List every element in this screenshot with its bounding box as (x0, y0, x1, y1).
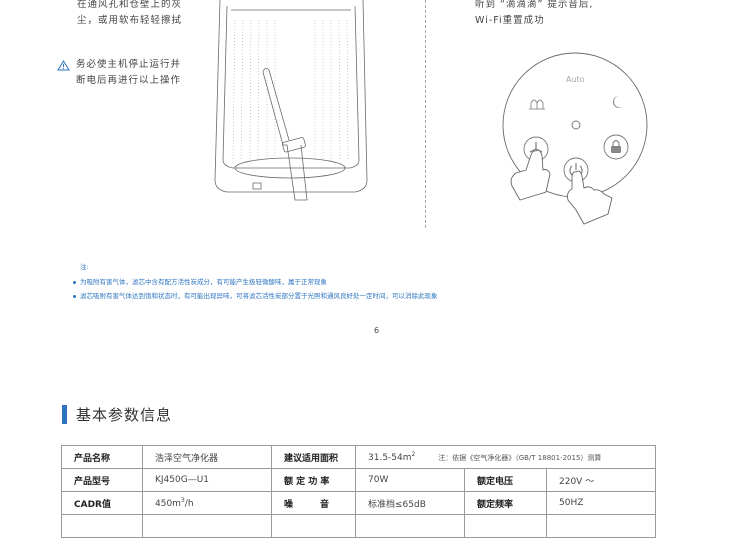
note-text: 滤芯吸附有害气体达到饱和状态时，有可能出现异味，可将滤芯活性炭部分置于光照和通风… (80, 292, 438, 300)
control-panel-illustration: Auto (500, 52, 650, 232)
table-cell-label: 产品型号 (61, 468, 143, 492)
column-divider (425, 0, 426, 228)
table-cell-label: 额定频率 (464, 491, 547, 515)
warning-text: 务必使主机停止运行并 断电后再进行以上操作 (76, 57, 181, 89)
table-cell-label: 产品名称 (61, 445, 143, 469)
auto-label: Auto (566, 75, 585, 84)
area-note: 注：依据《空气净化器》（GB/T 18801-2015）测算 (438, 454, 602, 462)
note-text: 为吸附有害气体，滤芯中含有配方活性炭成分，有可能产生极轻微酸味，属于正常现象 (80, 278, 327, 286)
right-caption-line1: 听到 “滴滴滴” 提示音后, (475, 0, 594, 10)
table-cell-value: 50HZ (546, 491, 656, 515)
right-caption: 听到 “滴滴滴” 提示音后, Wi-Fi重置成功 (475, 0, 593, 29)
bullet (73, 280, 76, 284)
center-indicator (571, 120, 581, 130)
table-cell-value: 220V ～ (546, 468, 656, 492)
table-cell (546, 514, 656, 538)
left-caption-line1: 在通风孔和仓壁上的灰 (77, 0, 183, 10)
table-cell-label: CADR值 (61, 491, 143, 515)
table-cell (271, 514, 356, 538)
fan-speed-icon (529, 99, 545, 110)
left-caption: 在通风孔和仓壁上的灰 尘，或用软布轻轻擦拭 (77, 0, 182, 29)
table-cell-label: 额 定 功 率 (271, 468, 356, 492)
section-title-mark (62, 405, 67, 424)
table-row: CADR值 450m3/h 噪 音 标准档≤65dB 额定频率 50HZ (61, 491, 656, 515)
table-cell-label: 噪 音 (271, 491, 356, 515)
table-row: 产品名称 浩泽空气净化器 建议适用面积 31.5-54m2 注：依据《空气净化器… (61, 445, 656, 469)
notes-label: 注: (80, 263, 89, 271)
table-cell-label: 建议适用面积 (271, 445, 356, 469)
table-cell-value: 450m3/h (142, 491, 272, 515)
warning-triangle-icon (57, 60, 70, 71)
table-cell-label: 额定电压 (464, 468, 547, 492)
right-caption-line2: Wi-Fi重置成功 (475, 15, 545, 26)
table-cell (142, 514, 272, 538)
table-cell-value: 标准档≤65dB (355, 491, 465, 515)
table-row: 产品型号 KJ450G—U1 额 定 功 率 70W 额定电压 220V ～ (61, 468, 656, 492)
table-cell-value: 70W (355, 468, 465, 492)
table-cell (355, 514, 465, 538)
table-cell (61, 514, 143, 538)
area-value: 31.5-54m (368, 453, 412, 463)
warning-line2: 断电后再进行以上操作 (76, 75, 182, 86)
bullet (73, 294, 76, 298)
child-lock-icon (611, 139, 621, 153)
table-cell-value: KJ450G—U1 (142, 468, 272, 492)
cadr-value: 450m (155, 499, 181, 509)
cadr-unit-tail: /h (184, 499, 194, 509)
warning-line1: 务必使主机停止运行并 (76, 59, 182, 70)
sleep-moon-icon (612, 96, 622, 108)
purifier-illustration (214, 0, 368, 201)
table-cell (464, 514, 547, 538)
section-title: 基本参数信息 (76, 406, 173, 424)
area-unit-sup: 2 (411, 451, 416, 458)
page-number: 6 (374, 326, 380, 335)
table-cell-value: 31.5-54m2 注：依据《空气净化器》（GB/T 18801-2015）测算 (355, 445, 656, 469)
table-cell-value: 浩泽空气净化器 (142, 445, 272, 469)
table-row-partial (61, 514, 656, 538)
left-caption-line2: 尘，或用软布轻轻擦拭 (77, 15, 183, 26)
note-item: 为吸附有害气体，滤芯中含有配方活性炭成分，有可能产生极轻微酸味，属于正常现象 (73, 276, 327, 286)
note-item: 滤芯吸附有害气体达到饱和状态时，有可能出现异味，可将滤芯活性炭部分置于光照和通风… (73, 290, 438, 300)
spec-table: 产品名称 浩泽空气净化器 建议适用面积 31.5-54m2 注：依据《空气净化器… (61, 445, 656, 538)
